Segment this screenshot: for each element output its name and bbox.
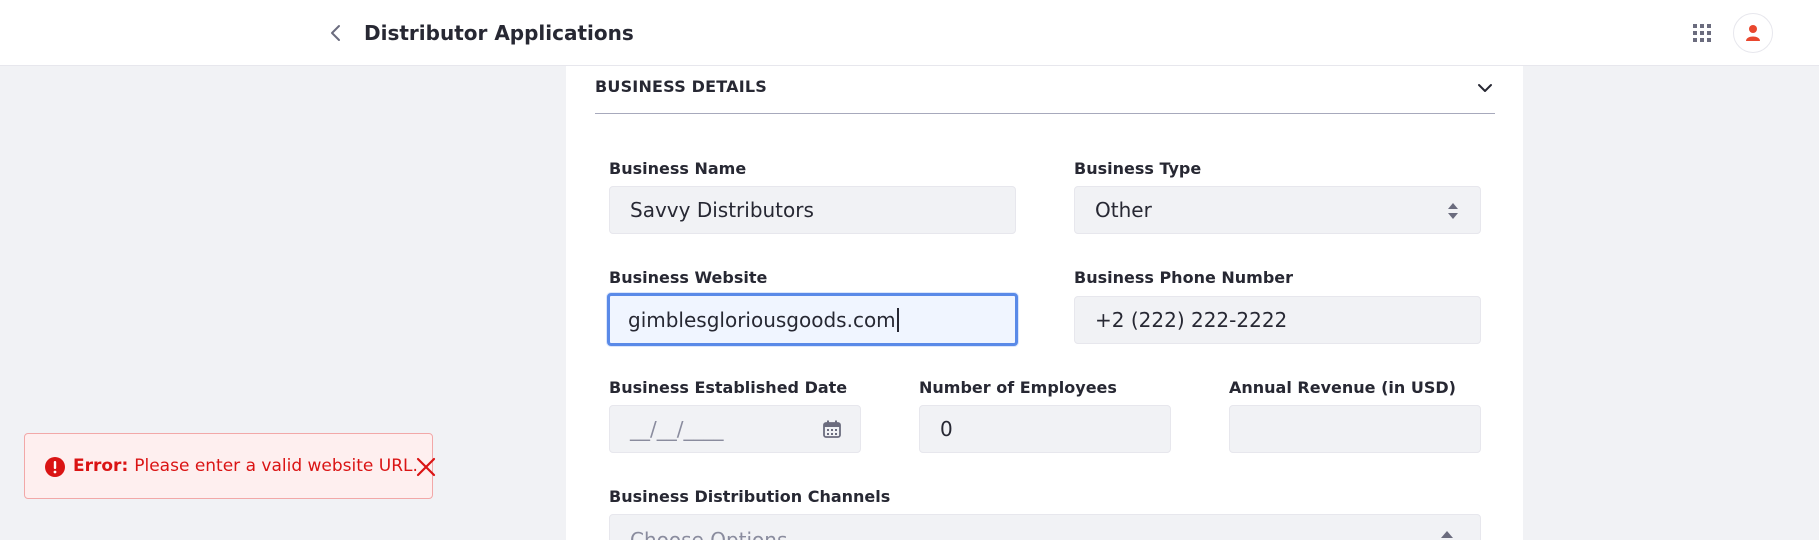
error-icon <box>45 457 65 477</box>
business-type-value: Other <box>1095 198 1152 222</box>
chevron-left-icon <box>331 25 340 41</box>
business-website-input[interactable]: gimblesgloriousgoods.com <box>607 293 1018 346</box>
calendar-icon[interactable] <box>822 419 842 439</box>
apps-grid-icon <box>1693 24 1711 42</box>
distribution-channels-select[interactable]: Choose Options <box>609 514 1481 540</box>
established-date-placeholder: __/__/____ <box>630 417 724 441</box>
annual-revenue-label: Annual Revenue (in USD) <box>1229 378 1456 397</box>
user-avatar-button[interactable] <box>1733 13 1773 53</box>
distribution-channels-placeholder: Choose Options <box>630 528 788 540</box>
caret-up-icon <box>1441 531 1453 538</box>
business-website-value: gimblesgloriousgoods.com <box>628 307 896 332</box>
distribution-channels-label: Business Distribution Channels <box>609 487 891 506</box>
page-title: Distributor Applications <box>364 21 634 45</box>
business-name-label: Business Name <box>609 159 747 178</box>
toast-prefix: Error: <box>73 456 129 476</box>
close-icon[interactable] <box>415 456 437 478</box>
business-type-select[interactable]: Other <box>1074 186 1481 234</box>
toast-text: Please enter a valid website URL. <box>134 456 418 476</box>
business-type-label: Business Type <box>1074 159 1202 178</box>
business-phone-value: +2 (222) 222-2222 <box>1095 308 1288 332</box>
toast-message: Error: Please enter a valid website URL. <box>73 456 418 476</box>
business-details-section-toggle[interactable]: BUSINESS DETAILS <box>595 66 1495 114</box>
established-date-input[interactable]: __/__/____ <box>609 405 861 453</box>
business-phone-label: Business Phone Number <box>1074 268 1294 287</box>
business-website-label: Business Website <box>609 268 768 287</box>
select-arrows-icon <box>1448 203 1458 219</box>
annual-revenue-input[interactable] <box>1229 405 1481 453</box>
user-icon <box>1746 25 1760 41</box>
established-date-label: Business Established Date <box>609 378 848 397</box>
business-name-value: Savvy Distributors <box>630 198 814 222</box>
apps-button[interactable] <box>1688 19 1716 47</box>
back-button[interactable] <box>322 19 350 47</box>
business-phone-input[interactable]: +2 (222) 222-2222 <box>1074 296 1481 344</box>
text-caret <box>896 307 899 332</box>
business-name-input[interactable]: Savvy Distributors <box>609 186 1016 234</box>
employees-value: 0 <box>940 417 953 441</box>
employees-label: Number of Employees <box>919 378 1117 397</box>
error-toast: Error: Please enter a valid website URL. <box>24 433 436 499</box>
chevron-down-icon <box>1478 84 1492 92</box>
employees-input[interactable]: 0 <box>919 405 1171 453</box>
top-bar: Distributor Applications <box>0 0 1819 66</box>
section-title: BUSINESS DETAILS <box>595 77 768 96</box>
